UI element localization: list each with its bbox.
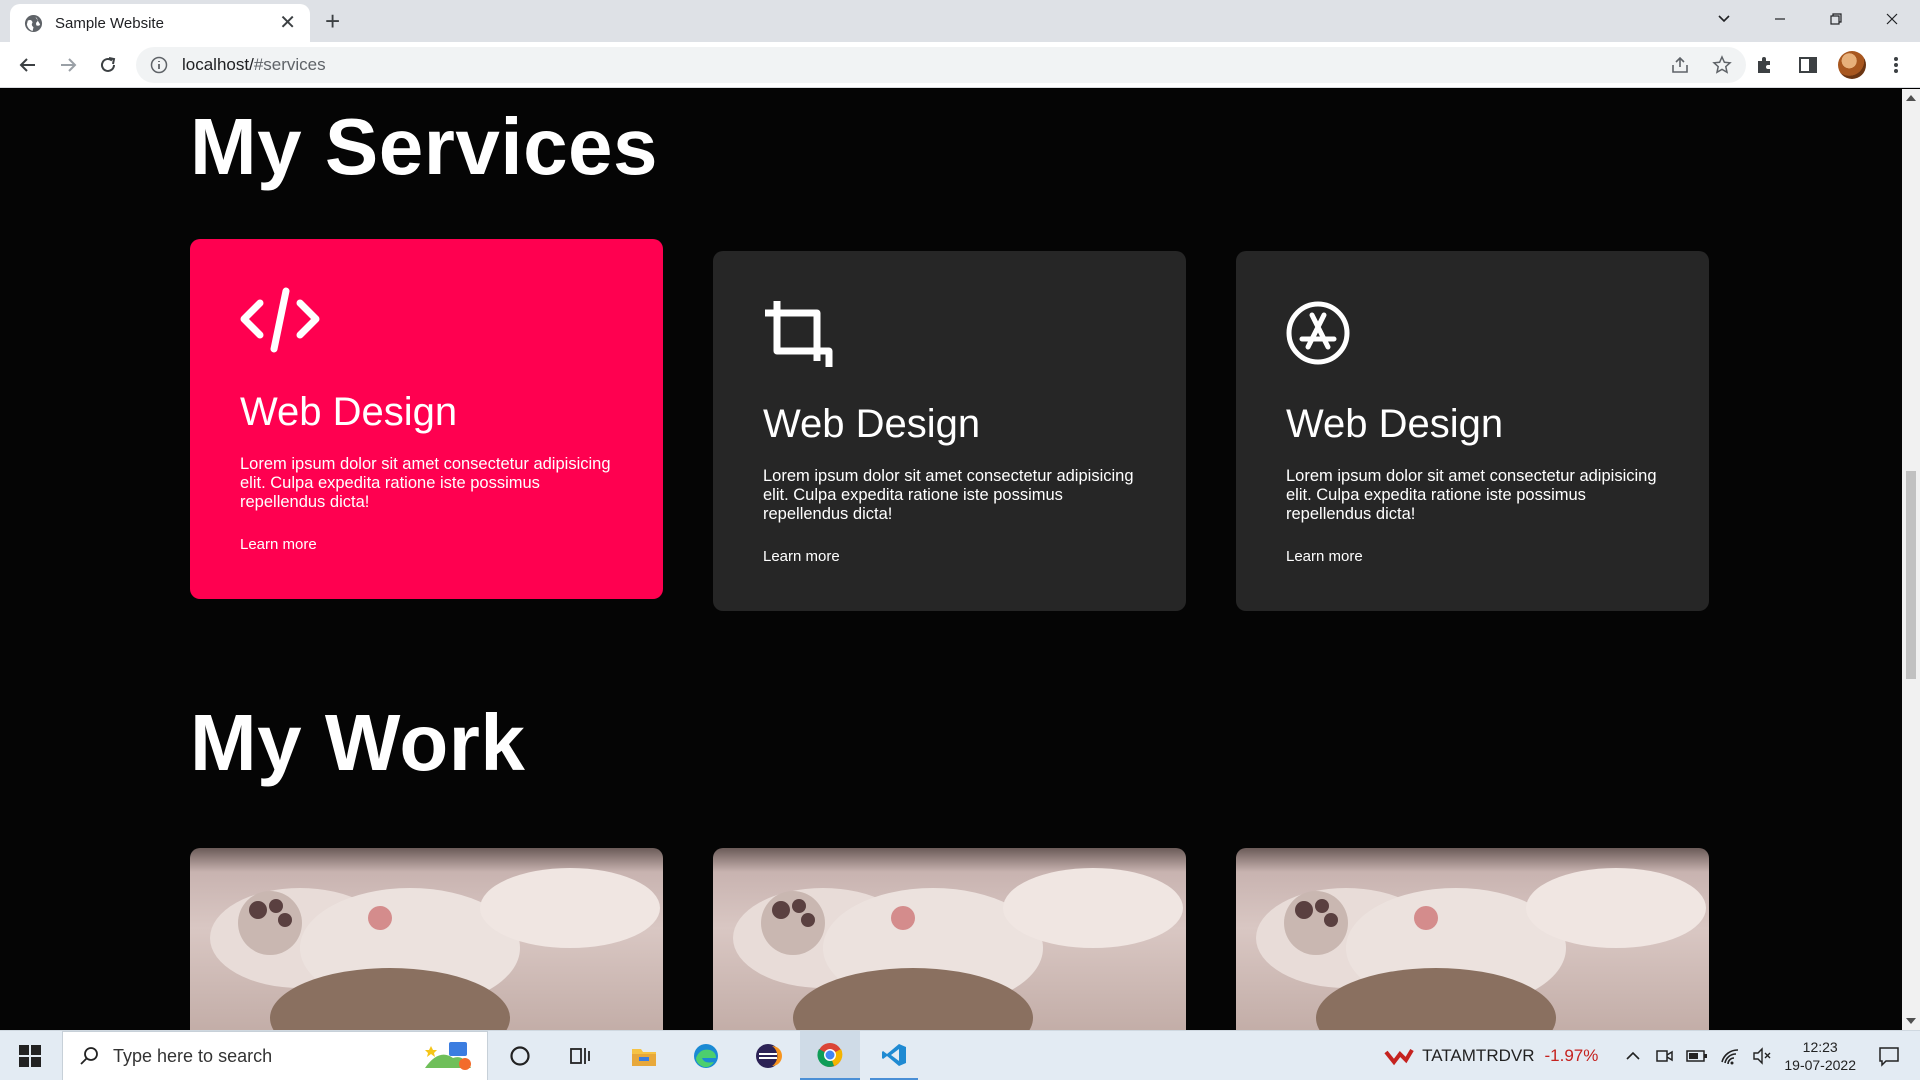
card-text: Lorem ipsum dolor sit amet consectetur a… <box>763 467 1134 523</box>
share-icon[interactable] <box>1670 55 1690 75</box>
browser-toolbar: localhost/#services <box>0 42 1920 88</box>
card-title: Web Design <box>240 390 458 434</box>
crop-icon <box>765 301 833 367</box>
scroll-up-icon[interactable] <box>1906 95 1916 101</box>
search-highlight-icon <box>425 1042 471 1070</box>
kitten-photo <box>1256 868 1706 1030</box>
side-panel-icon[interactable] <box>1794 51 1822 79</box>
kitten-photo <box>210 868 660 1030</box>
page-viewport: My Services Web Design Lorem ipsum dolor… <box>0 89 1902 1030</box>
stock-widget-icon[interactable] <box>1384 1046 1414 1066</box>
card-title: Web Design <box>1286 402 1504 446</box>
work-image-kitten[interactable] <box>713 848 1186 1030</box>
battery-icon[interactable] <box>1686 1048 1708 1064</box>
window-controls <box>1696 0 1920 38</box>
tab-strip: Sample Website ✕ + <box>0 0 1920 42</box>
cortana-icon[interactable] <box>500 1031 540 1080</box>
forward-icon[interactable] <box>54 51 82 79</box>
meet-now-icon[interactable] <box>1654 1046 1674 1066</box>
back-icon[interactable] <box>14 51 42 79</box>
eclipse-icon[interactable] <box>746 1031 790 1080</box>
stock-name[interactable]: TATAMTRDVR <box>1422 1046 1534 1066</box>
scroll-thumb[interactable] <box>1906 471 1916 679</box>
learn-more-link[interactable]: Learn more <box>1286 548 1363 565</box>
app-store-icon <box>1286 301 1350 365</box>
wifi-icon[interactable] <box>1720 1046 1740 1066</box>
edge-icon[interactable] <box>684 1031 728 1080</box>
search-placeholder: Type here to search <box>113 1045 273 1066</box>
reload-icon[interactable] <box>94 51 122 79</box>
taskbar-search[interactable]: Type here to search <box>62 1031 488 1080</box>
chevron-up-icon[interactable] <box>1624 1047 1642 1065</box>
clock-date: 19-07-2022 <box>1784 1057 1856 1073</box>
stock-change: -1.97% <box>1544 1046 1599 1065</box>
profile-avatar[interactable] <box>1838 51 1866 79</box>
windows-start-icon[interactable] <box>0 1031 60 1080</box>
work-heading: My Work <box>190 698 526 787</box>
work-image-kitten[interactable] <box>190 848 663 1030</box>
work-image-kitten[interactable] <box>1236 848 1709 1030</box>
service-card-1[interactable]: Web Design Lorem ipsum dolor sit amet co… <box>190 239 663 599</box>
url-text: localhost/#services <box>182 55 326 74</box>
extensions-icon[interactable] <box>1750 51 1778 79</box>
learn-more-link[interactable]: Learn more <box>763 548 840 565</box>
address-bar[interactable]: localhost/#services <box>136 47 1746 83</box>
restore-icon[interactable] <box>1808 0 1864 38</box>
volume-muted-icon[interactable] <box>1752 1046 1772 1066</box>
scroll-down-icon[interactable] <box>1906 1018 1916 1024</box>
service-card-3[interactable]: Web Design Lorem ipsum dolor sit amet co… <box>1236 251 1709 611</box>
search-icon <box>80 1047 98 1065</box>
windows-taskbar: Type here to search TATAMTRDVR -1.97% 12… <box>0 1030 1920 1080</box>
taskbar-clock[interactable]: 12:23 19-07-2022 <box>1784 1038 1856 1074</box>
minimize-icon[interactable] <box>1752 0 1808 38</box>
card-text: Lorem ipsum dolor sit amet consectetur a… <box>240 455 611 511</box>
page-scrollbar[interactable] <box>1902 89 1920 1030</box>
clock-time: 12:23 <box>1802 1039 1838 1055</box>
vscode-icon[interactable] <box>870 1031 918 1080</box>
code-icon <box>240 287 320 353</box>
service-card-2[interactable]: Web Design Lorem ipsum dolor sit amet co… <box>713 251 1186 611</box>
learn-more-link[interactable]: Learn more <box>240 536 317 553</box>
site-info-icon[interactable] <box>150 56 168 74</box>
services-heading: My Services <box>190 102 659 191</box>
system-tray: TATAMTRDVR -1.97% 12:23 19-07-2022 <box>1384 1031 1920 1080</box>
bookmark-star-icon[interactable] <box>1712 55 1732 75</box>
file-explorer-icon[interactable] <box>622 1031 666 1080</box>
globe-icon <box>24 14 43 32</box>
card-title: Web Design <box>763 402 981 446</box>
menu-dots-icon[interactable] <box>1882 51 1910 79</box>
close-window-icon[interactable] <box>1864 0 1920 38</box>
tab-search-icon[interactable] <box>1696 0 1752 38</box>
close-tab-icon[interactable]: ✕ <box>279 13 296 33</box>
kitten-photo <box>733 868 1183 1030</box>
tab-title: Sample Website <box>55 14 164 32</box>
browser-tab[interactable]: Sample Website ✕ <box>10 4 310 42</box>
card-text: Lorem ipsum dolor sit amet consectetur a… <box>1286 467 1657 523</box>
new-tab-icon[interactable]: + <box>325 8 340 34</box>
chrome-icon[interactable] <box>800 1031 860 1080</box>
notifications-icon[interactable] <box>1878 1045 1900 1067</box>
task-view-icon[interactable] <box>560 1031 600 1080</box>
